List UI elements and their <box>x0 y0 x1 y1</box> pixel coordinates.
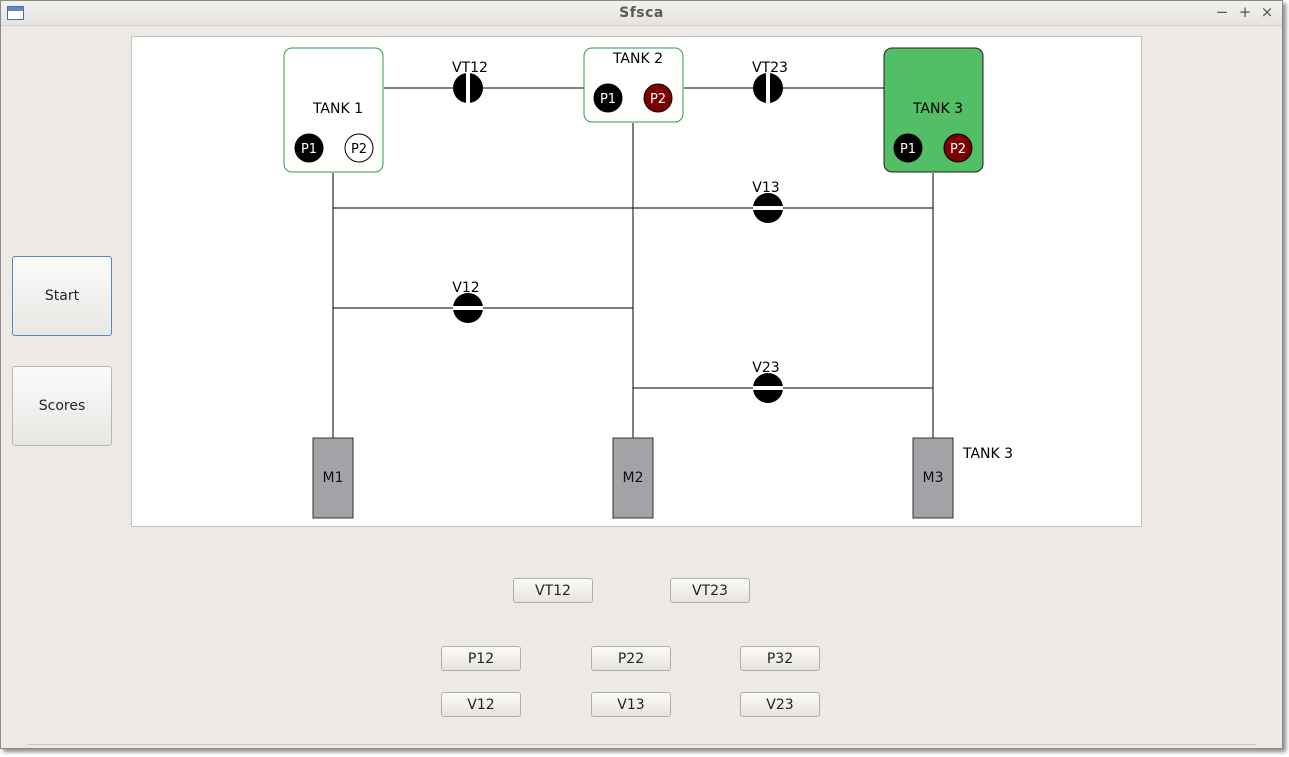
fuel-system-diagram: TANK 1 P1 P2 TANK 2 P1 P2 TANK 3 P1 P2 V… <box>131 36 1142 527</box>
valve-vt12-label: VT12 <box>452 60 488 76</box>
close-icon[interactable]: × <box>1258 3 1276 21</box>
minimize-icon[interactable]: − <box>1213 3 1231 21</box>
vt23-button[interactable]: VT23 <box>670 578 750 603</box>
valve-v12 <box>453 293 483 323</box>
tank-2-pump-2-label: P2 <box>650 92 666 107</box>
tank-3-pump-2-label: P2 <box>950 142 966 157</box>
engine-m3-caption: TANK 3 <box>962 446 1013 462</box>
p22-button[interactable]: P22 <box>591 646 671 671</box>
v13-button[interactable]: V13 <box>591 692 671 717</box>
v12-button[interactable]: V12 <box>441 692 521 717</box>
tank-1-label: TANK 1 <box>312 101 363 117</box>
tank-1-pump-1-label: P1 <box>301 142 317 157</box>
title-bar: Sfsca − + × <box>1 1 1282 26</box>
start-button[interactable]: Start <box>12 256 112 336</box>
tank-1-pump-2-label: P2 <box>351 142 367 157</box>
engine-m2-label: M2 <box>623 470 644 486</box>
valve-v23-label: V23 <box>752 360 779 376</box>
app-window: Sfsca − + × Start Scores TANK 1 P1 P2 TA… <box>0 0 1283 749</box>
window-bottom-edge <box>27 744 1256 748</box>
valve-v13 <box>753 193 783 223</box>
valve-vt23-label: VT23 <box>752 60 788 76</box>
maximize-icon[interactable]: + <box>1236 3 1254 21</box>
window-title: Sfsca <box>619 5 664 21</box>
valve-vt23 <box>753 73 783 103</box>
v23-button[interactable]: V23 <box>740 692 820 717</box>
vt12-button[interactable]: VT12 <box>513 578 593 603</box>
tank-3-label: TANK 3 <box>912 101 963 117</box>
engine-m3-label: M3 <box>923 470 944 486</box>
valve-v12-label: V12 <box>452 280 479 296</box>
valve-v23 <box>753 373 783 403</box>
valve-v13-label: V13 <box>752 180 779 196</box>
p32-button[interactable]: P32 <box>740 646 820 671</box>
tank-2-label: TANK 2 <box>612 51 663 67</box>
tank-2-pump-1-label: P1 <box>600 92 616 107</box>
tank-3-pump-1-label: P1 <box>900 142 916 157</box>
scores-button[interactable]: Scores <box>12 366 112 446</box>
engine-m1-label: M1 <box>323 470 344 486</box>
valve-vt12 <box>453 73 483 103</box>
p12-button[interactable]: P12 <box>441 646 521 671</box>
